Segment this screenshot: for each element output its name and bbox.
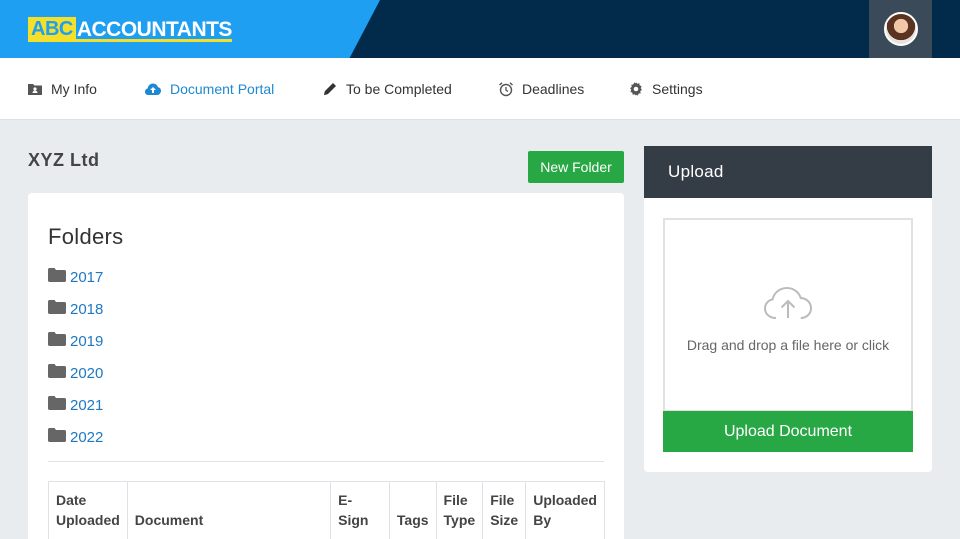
avatar[interactable] [883,12,918,46]
folder-item[interactable]: 2020 [48,357,103,389]
nav-item-document-portal[interactable]: Document Portal [144,58,274,120]
cloud-upload-icon [144,82,162,96]
logo-abc: ABC [28,17,76,42]
new-folder-button[interactable]: New Folder [528,151,624,183]
column-header-file-type[interactable]: File Type [435,481,484,539]
folder-icon [48,331,66,351]
upload-document-button[interactable]: Upload Document [663,411,913,452]
top-bar: ABC ACCOUNTANTS [0,0,960,58]
folder-icon [48,427,66,447]
file-dropzone[interactable]: Drag and drop a file here or click [663,218,913,412]
nav-label: Deadlines [522,81,585,97]
column-header-date-uploaded[interactable]: Date Uploaded [48,481,128,539]
folder-item[interactable]: 2018 [48,293,103,325]
logo[interactable]: ABC ACCOUNTANTS [28,14,232,42]
upload-panel: Upload Drag and drop a file here or clic… [644,146,932,472]
column-header-file-size[interactable]: File Size [482,481,527,539]
column-header-e-sign[interactable]: E-Sign [330,481,390,539]
folder-item[interactable]: 2021 [48,389,103,421]
gear-icon [628,81,644,97]
nav-item-to-be-completed[interactable]: To be Completed [322,58,452,120]
folder-icon [48,267,66,287]
table-header-row: Date Uploaded Document E-Sign Tags File … [48,481,605,539]
folder-icon [48,299,66,319]
nav-label: Settings [652,81,703,97]
folder-link[interactable]: 2017 [70,269,103,286]
folders-title: Folders [48,224,124,249]
nav-item-settings[interactable]: Settings [628,58,703,120]
folder-list: 2017 2018 2019 2020 2021 2022 [48,261,103,453]
documents-card: Folders 2017 2018 2019 2020 2021 2022 Da… [28,193,624,539]
column-header-document[interactable]: Document [126,481,332,539]
column-header-tags[interactable]: Tags [388,481,437,539]
folder-icon [48,363,66,383]
folder-link[interactable]: 2019 [70,333,103,350]
nav-label: Document Portal [170,81,275,97]
company-name: XYZ Ltd [28,150,100,170]
nav-label: To be Completed [346,81,452,97]
cloud-upload-icon [763,286,813,325]
folder-link[interactable]: 2018 [70,301,103,318]
id-card-icon [27,82,43,96]
upload-title: Upload [644,146,932,198]
nav-item-my-info[interactable]: My Info [27,58,97,120]
folder-item[interactable]: 2022 [48,421,103,453]
divider [48,461,604,462]
folder-item[interactable]: 2017 [48,261,103,293]
nav-label: My Info [51,81,97,97]
logo-accountants: ACCOUNTANTS [75,18,232,42]
folder-link[interactable]: 2020 [70,365,103,382]
column-header-uploaded-by[interactable]: Uploaded By [525,481,605,539]
folder-icon [48,395,66,415]
documents-table: Date Uploaded Document E-Sign Tags File … [48,481,605,539]
folder-link[interactable]: 2021 [70,397,103,414]
nav-item-deadlines[interactable]: Deadlines [498,58,584,120]
main-nav: My Info Document Portal To be Completed … [0,58,960,120]
folder-item[interactable]: 2019 [48,325,103,357]
dropzone-text: Drag and drop a file here or click [686,337,890,353]
pencil-icon [322,81,338,97]
alarm-clock-icon [498,81,514,97]
folder-link[interactable]: 2022 [70,429,103,446]
user-menu[interactable] [869,0,932,58]
